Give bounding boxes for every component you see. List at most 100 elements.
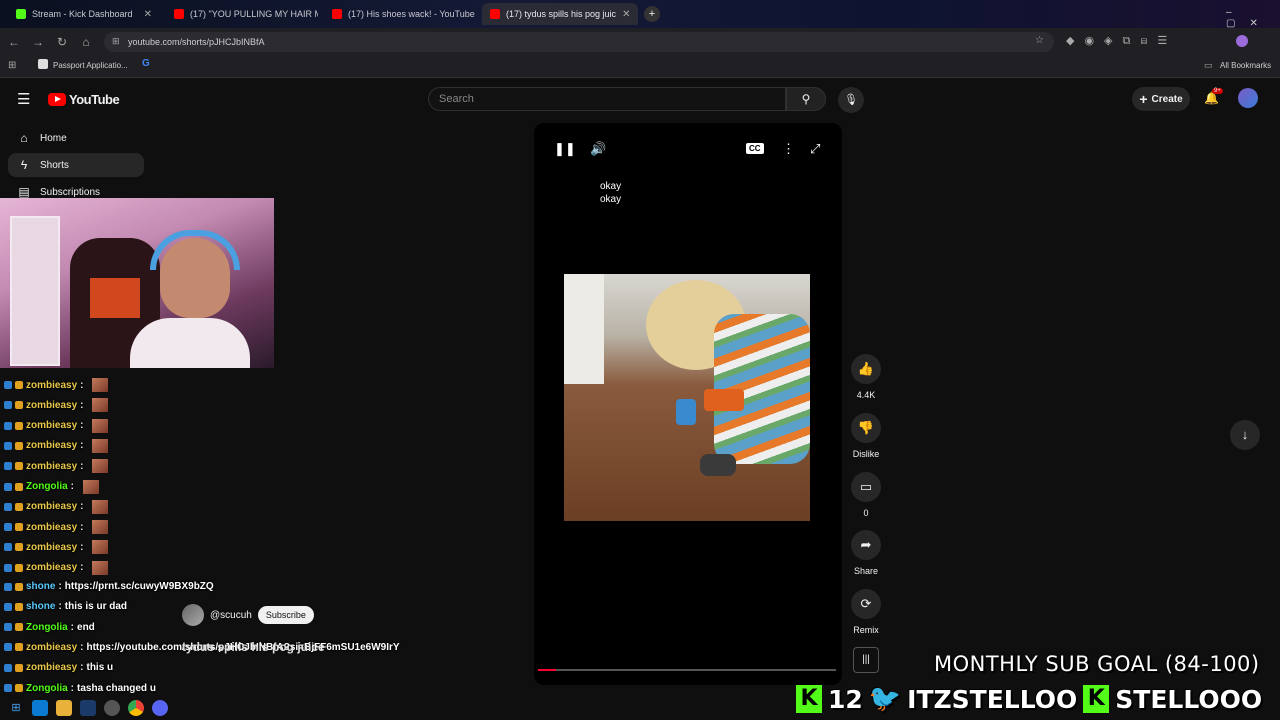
tab-youtube-active[interactable]: (17) tydus spills his pog juic ✕ (482, 3, 638, 25)
bookmark-star-icon[interactable]: ☆ (1035, 35, 1044, 46)
sub-badge-icon (15, 643, 23, 652)
sub-badge-icon (15, 684, 23, 692)
channel-name[interactable]: @scucuh (210, 610, 252, 621)
back-icon[interactable]: ← (2, 35, 26, 49)
google-icon[interactable]: G (142, 58, 150, 69)
youtube-play-icon (48, 93, 66, 106)
captions-icon[interactable]: CC (746, 143, 764, 154)
more-options-icon[interactable]: ⋮ (782, 141, 795, 157)
short-title[interactable]: tydus spills his pog juice (182, 640, 325, 654)
reload-icon[interactable]: ↻ (50, 35, 74, 49)
file-explorer-icon[interactable] (56, 700, 72, 716)
tab-title: (17) His shoes wack! - YouTube (348, 9, 475, 19)
chat-colon: : (80, 501, 84, 513)
youtube-header: ☰ YouTube Search ⚲ 🎙 + Create 🔔 9+ (0, 78, 1280, 122)
chat-colon: : (80, 420, 84, 432)
profile-icon[interactable] (1236, 35, 1248, 47)
next-short-icon[interactable]: ↓ (1230, 420, 1260, 450)
youtube-logo[interactable]: YouTube (48, 92, 120, 107)
close-icon[interactable]: ✕ (144, 9, 152, 20)
twitter-bird-icon: 🐦 (868, 684, 902, 714)
chat-message: Zongolia: end (4, 622, 95, 633)
sub-goal-text: MONTHLY SUB GOAL (84-100) (934, 652, 1260, 676)
close-icon[interactable]: ✕ (622, 9, 630, 20)
progress-bar[interactable] (538, 669, 836, 671)
badge-icon (4, 582, 12, 591)
sub-badge-icon (15, 502, 23, 511)
channel-row: @scucuh Subscribe (182, 604, 314, 626)
comment-count: 0 (863, 508, 869, 518)
shoe-shape (700, 454, 736, 476)
sidebar-item-shorts[interactable]: ϟ Shorts (8, 153, 144, 177)
url-input[interactable]: ⊞ youtube.com/shorts/pJHCJbINBfA ☆ (104, 32, 1054, 52)
taskbar: ⊞ (0, 696, 210, 720)
share-label: Share (853, 566, 879, 576)
emote-icon (83, 479, 100, 494)
mic-icon[interactable]: 🎙 (838, 87, 864, 113)
sub-badge-icon (15, 381, 23, 389)
badge-icon (4, 401, 12, 410)
like-button[interactable]: 👍 4.4K (848, 354, 884, 400)
volume-icon[interactable]: 🔊 (590, 141, 606, 157)
emote-icon (92, 398, 109, 413)
chat-message: zombieasy: (4, 418, 109, 433)
badge-icon (4, 602, 12, 611)
bookmark-passport[interactable]: Passport Applicatio... (53, 61, 128, 70)
chat-colon: : (80, 641, 84, 653)
fullscreen-icon[interactable]: ⤢ (810, 141, 820, 157)
chat-colon: : (70, 682, 75, 694)
chat-colon: : (80, 562, 84, 574)
tab-youtube-1[interactable]: (17) "YOU PULLING MY HAIR M ✕ (166, 3, 318, 25)
tab-youtube-2[interactable]: (17) His shoes wack! - YouTube ✕ (324, 3, 476, 25)
chat-text: https://prnt.sc/cuwyW9BX9bZQ (64, 581, 214, 592)
badge-icon (4, 462, 12, 471)
chrome-icon[interactable] (128, 700, 144, 716)
remix-button[interactable]: ⟳ Remix (848, 589, 884, 635)
chat-user: zombieasy (26, 440, 78, 452)
chat-message: zombieasy: (4, 540, 109, 555)
edge-icon[interactable] (32, 700, 48, 716)
forward-icon[interactable]: → (26, 35, 50, 49)
new-tab-icon[interactable]: + (644, 6, 660, 22)
channel-avatar[interactable] (182, 604, 204, 626)
site-info-icon[interactable]: ⊞ (112, 36, 120, 47)
chat-user: zombieasy (26, 501, 78, 513)
windows-start-icon[interactable]: ⊞ (8, 700, 24, 716)
steam-icon[interactable] (80, 700, 96, 716)
subscribe-button[interactable]: Subscribe (257, 606, 314, 624)
window-controls-icon[interactable]: –▢✕ (1226, 7, 1280, 29)
obs-icon[interactable] (104, 700, 120, 716)
sub-badge-icon (15, 523, 23, 532)
search-icon[interactable]: ⚲ (786, 87, 826, 111)
badge-icon (4, 543, 12, 552)
sound-wave-icon[interactable]: ||| (853, 647, 879, 673)
chat-message: zombieasy: (4, 378, 109, 392)
search-input[interactable]: Search (428, 87, 786, 111)
shorts-icon: ϟ (20, 158, 28, 172)
video-frame[interactable] (564, 274, 810, 521)
chat-colon: : (80, 399, 84, 411)
create-button[interactable]: + Create (1132, 87, 1190, 111)
all-bookmarks[interactable]: All Bookmarks (1220, 61, 1271, 70)
badge-icon (4, 563, 12, 572)
sidebar-item-home[interactable]: ⌂ Home (8, 126, 144, 150)
door-shape (10, 216, 60, 366)
apps-grid-icon[interactable]: ⊞ (8, 60, 16, 71)
tab-kick-dashboard[interactable]: Stream - Kick Dashboard ✕ (8, 3, 160, 25)
twitter-handle: ITZSTELLOO (907, 684, 1078, 714)
extensions-icon[interactable]: ◆◉◈⧉⧈☰ (1066, 34, 1177, 48)
shorts-player[interactable]: ❚❚ 🔊 CC ⋮ ⤢ okay okay (534, 123, 842, 685)
discord-icon[interactable] (152, 700, 168, 716)
home-icon[interactable]: ⌂ (74, 35, 98, 49)
chat-message: shone: https://prnt.sc/cuwyW9BX9bZQ (4, 581, 214, 592)
share-button[interactable]: ➦ Share (848, 530, 884, 576)
menu-icon[interactable]: ☰ (17, 90, 30, 108)
emote-icon (92, 459, 109, 474)
dislike-button[interactable]: 👎 Dislike (848, 413, 884, 459)
avatar[interactable] (1238, 88, 1258, 108)
pause-icon[interactable]: ❚❚ (554, 141, 576, 157)
comment-icon: ▭ (851, 472, 881, 502)
comments-button[interactable]: ▭ 0 (848, 472, 884, 518)
chat-colon: : (58, 581, 62, 592)
badge-icon (4, 421, 12, 430)
